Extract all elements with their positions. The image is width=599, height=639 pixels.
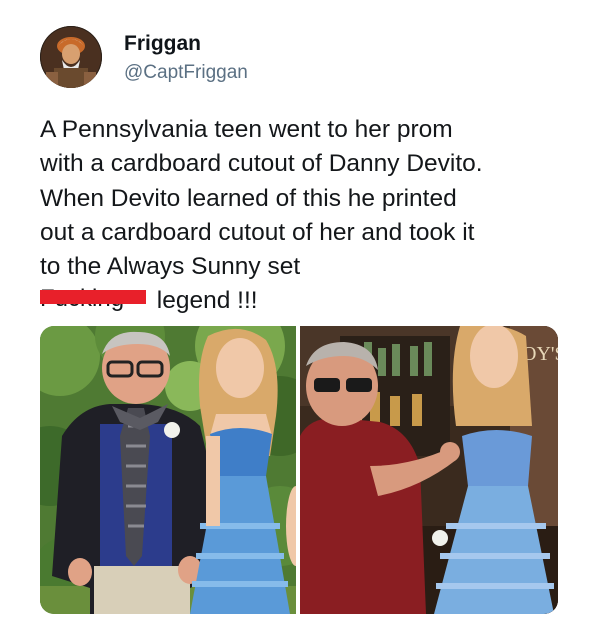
avatar[interactable] xyxy=(40,26,102,88)
tweet-text-line: to the Always Sunny set xyxy=(40,253,301,281)
user-handle[interactable]: @CaptFriggan xyxy=(124,62,248,84)
tweet-text-line: When Devito learned of this he printed xyxy=(40,184,457,212)
media-grid: OY'S xyxy=(40,326,558,614)
prom-photo-image xyxy=(40,326,296,614)
redaction-bar xyxy=(40,290,146,305)
display-name[interactable]: Friggan xyxy=(124,32,201,56)
photo-bar-set[interactable]: OY'S xyxy=(300,326,558,614)
avatar-image xyxy=(40,26,102,88)
tweet-text-line: out a cardboard cutout of her and took i… xyxy=(40,218,475,246)
redacted-word: Fucking xyxy=(40,286,150,312)
photo-prom-couple[interactable] xyxy=(40,326,296,614)
tweet-header: Friggan @CaptFriggan xyxy=(40,26,560,90)
tweet-text-line: with a cardboard cutout of Danny Devito. xyxy=(40,150,483,178)
bar-photo-image: OY'S xyxy=(300,326,558,614)
tweet-text-ending: legend !!! xyxy=(150,287,258,315)
tweet-text-last-line: Fucking legend !!! xyxy=(40,284,565,318)
tweet-text-line: A Pennsylvania teen went to her prom xyxy=(40,116,453,143)
tweet-body: A Pennsylvania teen went to her prom wit… xyxy=(40,113,565,319)
